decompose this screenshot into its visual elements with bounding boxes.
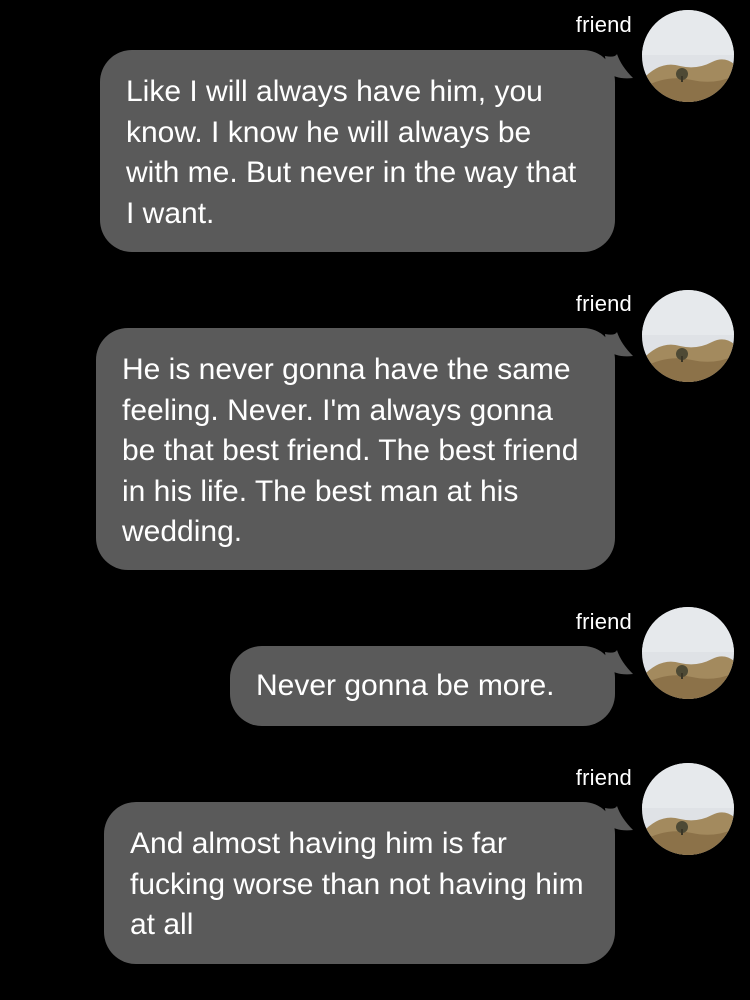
avatar[interactable] bbox=[642, 607, 734, 699]
message-bubble[interactable]: He is never gonna have the same feeling.… bbox=[96, 328, 633, 570]
hills-landscape-avatar-icon bbox=[642, 607, 734, 699]
message-text: Like I will always have him, you know. I… bbox=[126, 75, 577, 230]
bubble-tail bbox=[605, 650, 633, 675]
hills-landscape-avatar-icon bbox=[642, 763, 734, 855]
bubble-tail bbox=[605, 332, 633, 357]
hills-landscape-avatar-icon bbox=[642, 290, 734, 382]
message-text: He is never gonna have the same feeling.… bbox=[122, 353, 579, 548]
message-text: And almost having him is far fucking wor… bbox=[130, 827, 584, 941]
bubble-tail bbox=[605, 806, 633, 831]
sender-name: friend bbox=[575, 291, 632, 316]
message-bubble[interactable]: Never gonna be more. bbox=[230, 646, 633, 726]
avatar[interactable] bbox=[642, 763, 734, 855]
hills-landscape-avatar-icon bbox=[642, 10, 734, 102]
sender-name: friend bbox=[575, 609, 632, 634]
avatar[interactable] bbox=[642, 10, 734, 102]
message-bubble[interactable]: And almost having him is far fucking wor… bbox=[104, 802, 633, 964]
sender-name: friend bbox=[575, 12, 632, 37]
sender-name: friend bbox=[575, 765, 632, 790]
message-bubble[interactable]: Like I will always have him, you know. I… bbox=[100, 50, 633, 252]
bubble-tail bbox=[605, 54, 633, 79]
message-text: Never gonna be more. bbox=[256, 669, 555, 702]
avatar[interactable] bbox=[642, 290, 734, 382]
